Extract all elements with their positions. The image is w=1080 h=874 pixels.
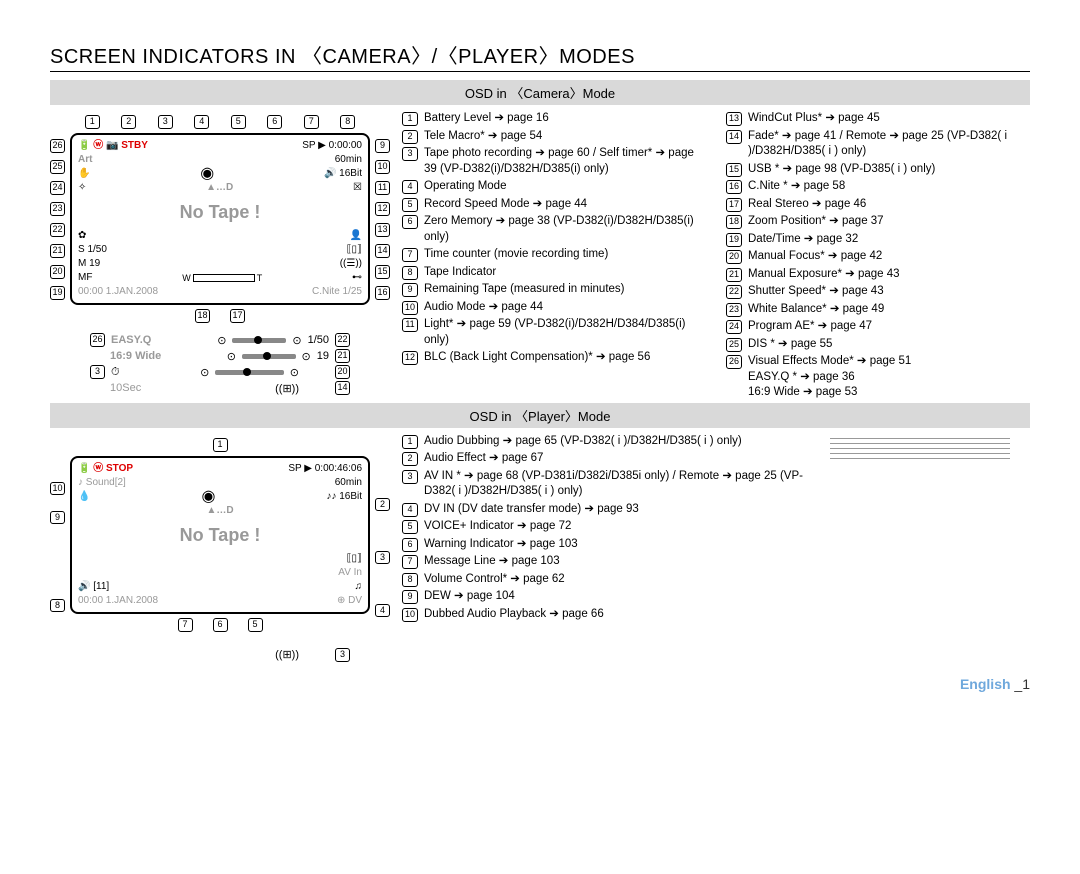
list-item: 10Audio Mode ➔ page 44 bbox=[402, 300, 706, 316]
player-bottom-callouts: 7 6 5 bbox=[50, 618, 390, 632]
list-item: 12BLC (Back Light Compensation)* ➔ page … bbox=[402, 350, 706, 366]
list-item: 18Zoom Position* ➔ page 37 bbox=[726, 214, 1030, 230]
player-top-callouts: 1 bbox=[50, 438, 390, 452]
list-item: 21Manual Exposure* ➔ page 43 bbox=[726, 267, 1030, 283]
list-item: 3AV IN * ➔ page 68 (VP-D381i/D382i/D385i… bbox=[402, 469, 818, 500]
list-item: 22Shutter Speed* ➔ page 43 bbox=[726, 284, 1030, 300]
sliders-block: 26 EASY.Q ⊙⊙ 1/50 22 16:9 Wide ⊙⊙ 19 21 … bbox=[90, 333, 350, 395]
camera-lcd-frame: 26 25 24 23 22 21 20 19 9 10 11 12 13 14… bbox=[70, 133, 370, 305]
art-label: Art bbox=[78, 153, 92, 167]
list-item: 9DEW ➔ page 104 bbox=[402, 589, 818, 605]
list-item: 13WindCut Plus* ➔ page 45 bbox=[726, 111, 1030, 127]
player-lcd-panel: 1 10 9 8 2 3 4 🔋 ⓦ STOP SP ▶ 0:00:46:06 … bbox=[50, 434, 390, 664]
list-item: 15USB * ➔ page 98 (VP-D385( i ) only) bbox=[726, 162, 1030, 178]
player-lcd-frame: 10 9 8 2 3 4 🔋 ⓦ STOP SP ▶ 0:00:46:06 ♪ … bbox=[70, 456, 370, 614]
camera-lcd-panel: 1 2 3 4 5 6 7 8 26 25 24 23 22 21 20 19 … bbox=[50, 111, 390, 403]
list-item: 4Operating Mode bbox=[402, 179, 706, 195]
list-item: 19Date/Time ➔ page 32 bbox=[726, 232, 1030, 248]
list-item: 2Tele Macro* ➔ page 54 bbox=[402, 129, 706, 145]
list-item: 7Message Line ➔ page 103 bbox=[402, 554, 818, 570]
list-item: 6Warning Indicator ➔ page 103 bbox=[402, 537, 818, 553]
section-header-camera: OSD in 〈Camera〉Mode bbox=[50, 80, 1030, 105]
list-item: 8Volume Control* ➔ page 62 bbox=[402, 572, 818, 588]
footer: English _1 bbox=[50, 676, 1030, 692]
camera-list: 1Battery Level ➔ page 16 2Tele Macro* ➔ p… bbox=[402, 111, 1030, 403]
list-item: 3Tape photo recording ➔ page 60 / Self t… bbox=[402, 146, 706, 177]
list-item: 9Remaining Tape (measured in minutes) bbox=[402, 282, 706, 298]
list-item: 1Audio Dubbing ➔ page 65 (VP-D382( i )/D… bbox=[402, 434, 818, 450]
footer-language: English bbox=[960, 676, 1011, 692]
blank-rules bbox=[830, 434, 1030, 664]
player-list: 1Audio Dubbing ➔ page 65 (VP-D382( i )/D… bbox=[402, 434, 818, 664]
player-left-callouts: 10 9 8 bbox=[50, 482, 65, 612]
list-item: 5Record Speed Mode ➔ page 44 bbox=[402, 197, 706, 213]
list-item: 23White Balance* ➔ page 49 bbox=[726, 302, 1030, 318]
list-item: 26Visual Effects Mode* ➔ page 51 EASY.Q … bbox=[726, 354, 1030, 401]
list-item: 7Time counter (movie recording time) bbox=[402, 247, 706, 263]
list-item: 10Dubbed Audio Playback ➔ page 66 bbox=[402, 607, 818, 623]
player-mode-row: 1 10 9 8 2 3 4 🔋 ⓦ STOP SP ▶ 0:00:46:06 … bbox=[50, 434, 1030, 664]
player-right-callouts: 2 3 4 bbox=[375, 498, 390, 612]
list-item: 24Program AE* ➔ page 47 bbox=[726, 319, 1030, 335]
list-item: 14Fade* ➔ page 41 / Remote ➔ page 25 (VP… bbox=[726, 129, 1030, 160]
list-item: 16C.Nite * ➔ page 58 bbox=[726, 179, 1030, 195]
page-title: SCREEN INDICATORS IN 〈CAMERA〉/〈PLAYER〉MO… bbox=[50, 40, 1030, 72]
list-item: 11Light* ➔ page 59 (VP-D382(i)/D382H/D38… bbox=[402, 317, 706, 348]
list-item: 1Battery Level ➔ page 16 bbox=[402, 111, 706, 127]
list-item: 25DIS * ➔ page 55 bbox=[726, 337, 1030, 353]
camera-top-callouts: 1 2 3 4 5 6 7 8 bbox=[74, 115, 366, 129]
list-item: 20Manual Focus* ➔ page 42 bbox=[726, 249, 1030, 265]
footer-page-number: _1 bbox=[1014, 676, 1030, 692]
list-item: 17Real Stereo ➔ page 46 bbox=[726, 197, 1030, 213]
list-item: 2Audio Effect ➔ page 67 bbox=[402, 451, 818, 467]
section-header-player: OSD in 〈Player〉Mode bbox=[50, 403, 1030, 428]
list-item: 8Tape Indicator bbox=[402, 265, 706, 281]
camera-bottom-callouts: 18 17 bbox=[50, 309, 390, 323]
camera-list-left: 1Battery Level ➔ page 16 2Tele Macro* ➔ p… bbox=[402, 111, 706, 403]
no-tape: No Tape ! bbox=[78, 205, 362, 219]
camera-left-callouts: 26 25 24 23 22 21 20 19 bbox=[50, 135, 65, 303]
list-item: 4DV IN (DV date transfer mode) ➔ page 93 bbox=[402, 502, 818, 518]
camera-mode-row: 1 2 3 4 5 6 7 8 26 25 24 23 22 21 20 19 … bbox=[50, 111, 1030, 403]
zoom-bar: WT bbox=[182, 271, 262, 285]
lcd-row1: 🔋 ⓦ 📷 STBY SP ▶ 0:00:00 bbox=[78, 139, 362, 153]
list-item: 5VOICE+ Indicator ➔ page 72 bbox=[402, 519, 818, 535]
camera-list-right: 13WindCut Plus* ➔ page 45 14Fade* ➔ page … bbox=[726, 111, 1030, 403]
list-item: 6Zero Memory ➔ page 38 (VP-D382(i)/D382H… bbox=[402, 214, 706, 245]
camera-right-callouts: 9 10 11 12 13 14 15 16 bbox=[375, 135, 390, 303]
